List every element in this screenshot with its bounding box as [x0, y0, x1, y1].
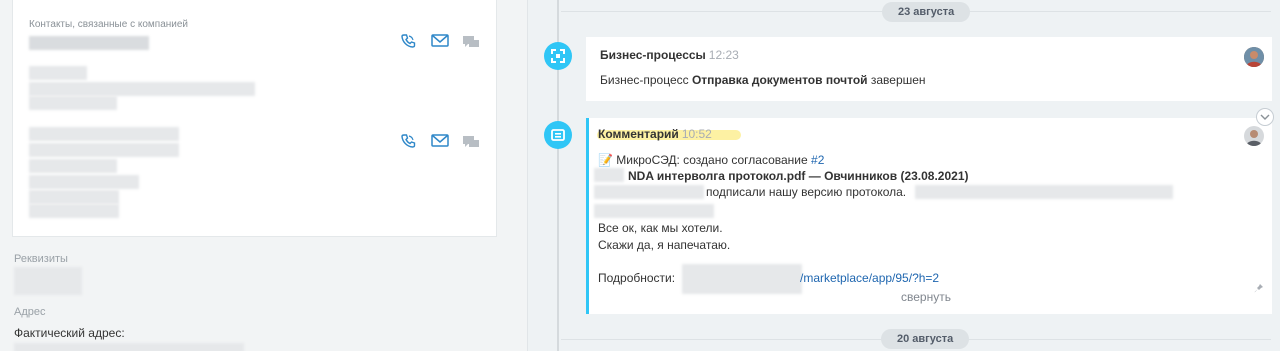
approval-created-line: 📝 МикроСЭД: создано согласование #2	[598, 153, 825, 167]
collapse-link[interactable]: свернуть	[901, 290, 951, 304]
requisites-redacted	[14, 267, 82, 295]
contact-detail-redacted	[29, 190, 119, 204]
comment-icon	[544, 121, 572, 149]
redacted-text	[594, 168, 624, 182]
timeline-item-business-process: Бизнес-процессы 12:23 Бизнес-процесс Отпр…	[586, 37, 1272, 101]
redacted-url	[682, 264, 802, 294]
requisites-label: Реквизиты	[14, 253, 68, 265]
date-separator: 23 августа	[882, 2, 971, 22]
protocol-line: подписали нашу версию протокола.	[706, 185, 907, 199]
pin-icon[interactable]	[1254, 283, 1264, 296]
actual-address-label: Фактический адрес:	[14, 326, 125, 340]
comment-line: Скажи да, я напечатаю.	[598, 238, 731, 252]
redacted-text	[915, 185, 1173, 199]
mail-icon[interactable]	[431, 34, 449, 50]
contact-detail-redacted	[29, 96, 117, 110]
redacted-text	[594, 185, 704, 199]
item-text: Бизнес-процесс Отправка документов почто…	[600, 73, 926, 87]
contact-detail-redacted	[29, 66, 87, 80]
approval-link[interactable]: #2	[811, 153, 824, 167]
avatar[interactable]	[1244, 47, 1264, 67]
phone-icon[interactable]	[400, 33, 418, 49]
address-label: Адрес	[14, 306, 46, 318]
contact-name-redacted	[29, 36, 149, 50]
comment-line: Все ок, как мы хотели.	[598, 221, 723, 235]
contact-detail-redacted	[29, 159, 117, 173]
details-link[interactable]: /marketplace/app/95/?h=2	[800, 271, 939, 285]
contact-detail-redacted	[29, 143, 179, 157]
business-process-icon	[544, 42, 572, 70]
collapse-toggle-button[interactable]	[1256, 108, 1274, 126]
contacts-label: Контакты, связанные с компанией	[29, 19, 189, 30]
item-title: Бизнес-процессы 12:23	[600, 48, 739, 62]
avatar[interactable]	[1244, 126, 1264, 146]
chat-icon[interactable]	[462, 135, 480, 151]
contact-name-redacted	[29, 127, 179, 141]
document-line: NDA интерволга протокол.pdf — Овчинников…	[628, 169, 969, 183]
contact-detail-redacted	[29, 82, 255, 96]
item-time: 12:23	[708, 48, 739, 62]
timeline-item-comment: Комментарий 10:52 📝 МикроСЭД: создано сог…	[586, 108, 1274, 314]
timeline-panel: 23 августа Бизнес-процессы 12:23 Бизнес-п…	[528, 0, 1280, 351]
contacts-card: Контакты, связанные с компанией	[12, 0, 497, 237]
details-label: Подробности:	[598, 271, 676, 285]
contact-detail-redacted	[29, 175, 139, 189]
chat-icon[interactable]	[462, 35, 480, 51]
redacted-text	[594, 204, 714, 218]
contact-detail-redacted	[29, 204, 119, 218]
phone-icon[interactable]	[400, 133, 418, 149]
mail-icon[interactable]	[431, 134, 449, 150]
item-time: 10:52	[681, 127, 712, 141]
address-redacted	[14, 343, 244, 351]
company-details-panel: Контакты, связанные с компанией Реквизит…	[0, 0, 527, 351]
date-separator: 20 августа	[881, 329, 970, 349]
item-title: Комментарий 10:52	[598, 127, 712, 141]
